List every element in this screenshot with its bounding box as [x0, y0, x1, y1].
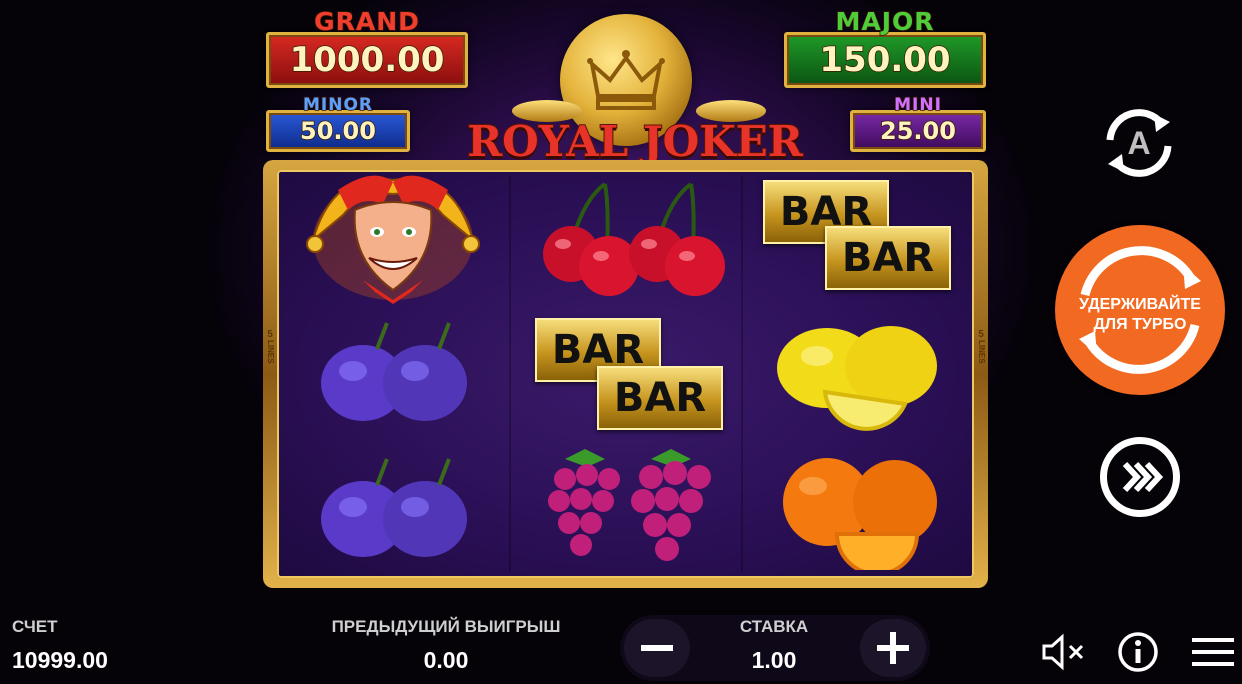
reel-1 [277, 170, 509, 578]
menu-button[interactable] [1190, 632, 1236, 672]
bet-decrease-button[interactable] [624, 619, 690, 677]
autoplay-letter: A [1127, 125, 1151, 161]
jackpot-grand: GRAND 1000.00 [266, 7, 468, 88]
balance-label: СЧЕТ [12, 617, 58, 636]
symbol-joker [277, 170, 509, 306]
symbol-lemon [741, 306, 973, 442]
sound-button[interactable] [1040, 632, 1092, 672]
reels-frame: 5 LINES 5 LINES BAR BAR BAR BAR [263, 160, 988, 588]
minus-icon [641, 645, 673, 651]
symbol-orange [741, 442, 973, 578]
bet-value: 1.00 [751, 647, 797, 673]
game-title: ROYAL JOKER [430, 117, 840, 167]
lines-count-left: 5 [267, 329, 273, 340]
joker-icon [306, 175, 480, 304]
bar-plate-bottom: BAR [825, 226, 951, 290]
bet-label: СТАВКА [739, 617, 809, 636]
game-stage: ROYAL JOKER GRAND 1000.00 MAJOR 150.00 M… [0, 0, 1242, 684]
orange-icon [783, 458, 937, 570]
symbol-bar: BAR BAR [509, 306, 741, 442]
cherry-icon [543, 182, 725, 296]
plus-icon [877, 632, 909, 664]
turbo-button[interactable] [1100, 437, 1180, 517]
lines-indicator-left: 5 LINES [263, 330, 277, 364]
hamburger-menu-icon [1192, 638, 1234, 666]
lemon-icon [777, 326, 937, 431]
fast-forward-icon [1122, 461, 1164, 493]
jackpot-major: MAJOR 150.00 [784, 7, 986, 88]
jackpot-minor-value: 50.00 [266, 110, 410, 152]
symbol-plum [277, 442, 509, 578]
symbol-bar: BAR BAR [741, 170, 973, 306]
jackpot-mini-value: 25.00 [850, 110, 986, 152]
symbol-plum [277, 306, 509, 442]
symbol-cherry [509, 170, 741, 306]
spin-text-line1: УДЕРЖИВАЙТЕ [1079, 296, 1201, 313]
jackpot-grand-value: 1000.00 [266, 32, 468, 88]
bet-panel: СТАВКА 1.00 [620, 615, 930, 681]
title-royal: ROYAL [466, 117, 629, 167]
reel-3: BAR BAR [741, 170, 973, 578]
lines-count-right: 5 [978, 329, 984, 340]
info-button[interactable] [1116, 630, 1160, 674]
bar-plate-bottom: BAR [597, 366, 723, 430]
info-icon [1118, 632, 1158, 672]
last-win-label: ПРЕДЫДУЩИЙ ВЫИГРЫШ [331, 617, 561, 636]
last-win-value: 0.00 [423, 647, 469, 673]
spin-text-line2: ДЛЯ ТУРБО [1093, 316, 1187, 333]
jackpot-minor: MINOR 50.00 [266, 95, 410, 152]
reel-2: BAR BAR [509, 170, 741, 578]
speaker-muted-icon [1042, 633, 1084, 671]
jackpot-major-value: 150.00 [784, 32, 986, 88]
title-joker: JOKER [642, 117, 804, 167]
balance-value: 10999.00 [12, 647, 108, 673]
autoplay-button[interactable]: A [1094, 98, 1184, 188]
reels-grid: BAR BAR BAR BAR [277, 170, 974, 578]
bet-increase-button[interactable] [860, 619, 926, 677]
plum-icon [321, 458, 467, 557]
lines-indicator-right: 5 LINES [974, 330, 988, 364]
symbol-grapes [509, 442, 741, 578]
spin-hold-text: УДЕРЖИВАЙТЕ ДЛЯ ТУРБО [1055, 295, 1225, 335]
lines-word-right: LINES [977, 340, 986, 364]
lines-word-left: LINES [266, 340, 275, 364]
grapes-icon [548, 449, 711, 561]
plum-icon [321, 322, 467, 421]
spin-button[interactable]: УДЕРЖИВАЙТЕ ДЛЯ ТУРБО [1055, 225, 1225, 395]
jackpot-mini: MINI 25.00 [850, 95, 986, 152]
